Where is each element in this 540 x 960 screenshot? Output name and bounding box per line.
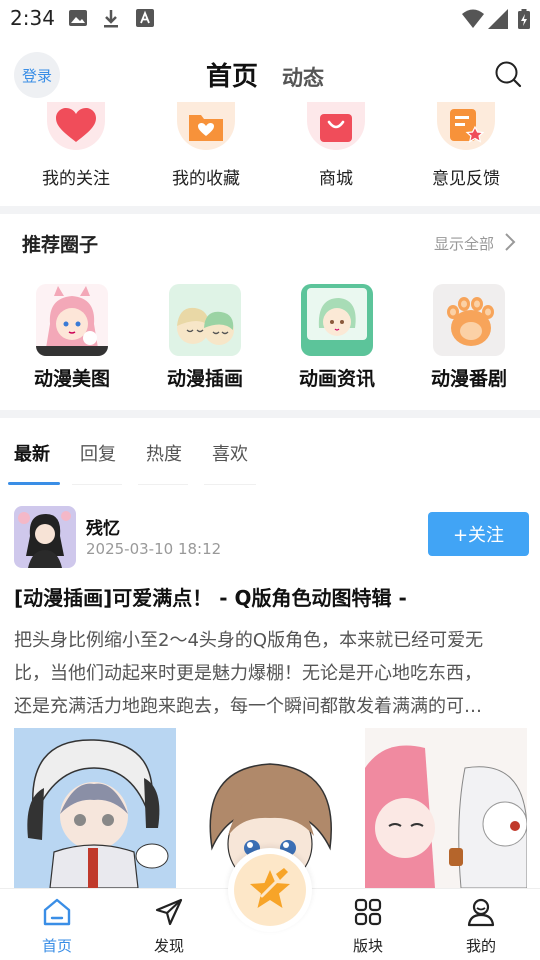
quick-feedback[interactable]: 意见反馈 [411, 102, 521, 189]
nav-home[interactable]: 首页 [12, 897, 102, 956]
shopping-bag-icon [307, 102, 365, 150]
show-all-link[interactable]: 显示全部 [434, 233, 494, 254]
nav-me[interactable]: 我的 [436, 897, 526, 956]
post-body-line: 还是充满活力地跑来跑去，每一个瞬间都散发着满满的可… [14, 696, 482, 717]
download-icon [104, 10, 118, 28]
heart-icon [47, 102, 105, 150]
nav-label: 发现 [153, 937, 184, 955]
wifi-icon [462, 9, 484, 28]
center-create-button[interactable] [228, 848, 312, 932]
circle-anime-news[interactable]: 动画资讯 [282, 284, 392, 391]
section-title: 推荐圈子 [22, 234, 99, 256]
circle-thumbnail [169, 284, 241, 356]
circle-thumbnail [433, 284, 505, 356]
avatar[interactable] [14, 506, 76, 568]
recommended-circles-header: 推荐圈子 显示全部 [0, 218, 540, 268]
tab-feed[interactable]: 动态 [282, 62, 324, 92]
post-image[interactable] [14, 728, 176, 888]
chevron-right-icon[interactable] [504, 232, 516, 252]
nav-label: 首页 [41, 937, 72, 955]
tab-liked[interactable]: 喜欢 [212, 440, 248, 466]
status-time: 2:34 [10, 6, 55, 30]
follow-button[interactable]: +关注 [428, 512, 529, 556]
post-body-line: 比，当他们动起来时更是魅力爆棚！无论是开心地吃东西， [14, 663, 482, 684]
circle-thumbnail [301, 284, 373, 356]
post-image[interactable] [365, 728, 527, 888]
active-tab-indicator [8, 482, 60, 485]
quick-label: 商城 [319, 169, 353, 189]
tab-separator [204, 484, 256, 485]
author-name[interactable]: 残忆 [86, 514, 120, 539]
post-title[interactable]: [动漫插画]可爱满点！ - Q版角色动图特辑 - [14, 582, 534, 611]
status-bar: 2:34 [0, 0, 540, 36]
circle-anime-illustration[interactable]: 动漫插画 [150, 284, 260, 391]
search-icon[interactable] [494, 60, 522, 88]
star-pen-icon [234, 854, 306, 926]
quick-label: 我的关注 [42, 169, 110, 189]
quick-label: 意见反馈 [432, 169, 500, 189]
nav-discover[interactable]: 发现 [124, 897, 214, 956]
circle-label: 动漫插画 [166, 368, 243, 390]
quick-my-favorites[interactable]: 我的收藏 [151, 102, 261, 189]
circle-thumbnail [36, 284, 108, 356]
tab-replies[interactable]: 回复 [80, 440, 116, 466]
feedback-icon [437, 102, 495, 150]
home-icon [43, 898, 71, 926]
image-icon [69, 10, 87, 26]
login-button[interactable]: 登录 [14, 52, 60, 98]
tab-separator [72, 484, 122, 485]
post-body[interactable]: 把头身比例缩小至2～4头身的Q版角色，本来就已经可爱无 比，当他们动起来时更是魅… [14, 624, 524, 723]
nav-boards[interactable]: 版块 [323, 897, 413, 956]
circle-label: 动画资讯 [298, 368, 375, 390]
circle-label: 动漫番剧 [430, 368, 507, 390]
post-timestamp: 2025-03-10 18:12 [86, 540, 222, 558]
tab-separator [138, 484, 188, 485]
favorite-folder-icon [177, 102, 235, 150]
circle-label: 动漫美图 [33, 368, 110, 390]
tab-home[interactable]: 首页 [206, 56, 258, 93]
circle-anime-pictures[interactable]: 动漫美图 [17, 284, 127, 391]
nav-label: 版块 [352, 937, 383, 955]
tab-hot[interactable]: 热度 [146, 440, 182, 466]
tab-latest[interactable]: 最新 [14, 440, 50, 466]
quick-label: 我的收藏 [172, 169, 240, 189]
font-a-icon [136, 9, 154, 27]
send-icon [155, 898, 183, 926]
section-divider [0, 410, 540, 418]
circle-anime-series[interactable]: 动漫番剧 [414, 284, 524, 391]
post-body-line: 把头身比例缩小至2～4头身的Q版角色，本来就已经可爱无 [14, 630, 484, 651]
section-divider [0, 206, 540, 214]
battery-icon [518, 9, 530, 29]
user-icon [467, 898, 495, 927]
quick-my-follow[interactable]: 我的关注 [21, 102, 131, 189]
grid-icon [354, 898, 382, 926]
quick-shop[interactable]: 商城 [281, 102, 391, 189]
top-bar: 登录 首页 动态 [0, 48, 540, 102]
signal-icon [488, 9, 508, 29]
quick-actions: 我的关注 我的收藏 商城 意见反馈 [0, 102, 540, 206]
nav-label: 我的 [465, 937, 496, 955]
feed-tabs: 最新 回复 热度 喜欢 [0, 424, 540, 486]
